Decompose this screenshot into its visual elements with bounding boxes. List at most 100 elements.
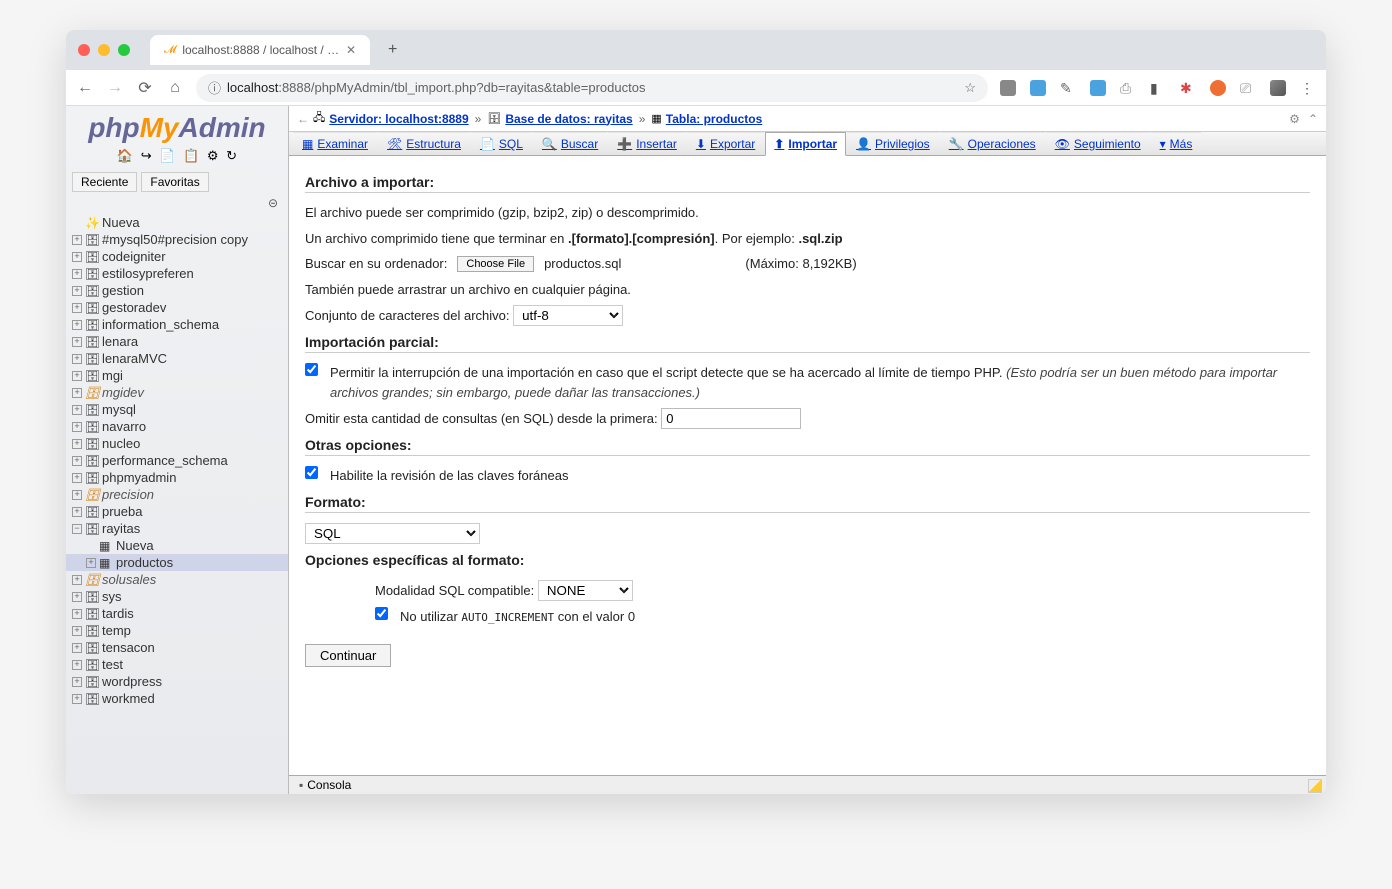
sql-compat-select[interactable]: NONE [538,580,633,601]
ext-icon-9[interactable]: ⎚ [1240,80,1256,96]
new-tab-button[interactable]: + [388,41,397,59]
logo[interactable]: phpMyAdmin [66,106,288,146]
tree-new-table[interactable]: ▦Nueva [66,537,288,554]
breadcrumb-sep: » [475,112,482,126]
ext-icon-1[interactable] [1000,80,1016,96]
tree-db-navarro[interactable]: +🗄navarro [66,418,288,435]
tree-db-phpmyadmin[interactable]: +🗄phpmyadmin [66,469,288,486]
tab-operaciones[interactable]: 🔧Operaciones [940,132,1045,155]
tree-db-gestion[interactable]: +🗄gestion [66,282,288,299]
url-host: localhost [227,80,278,95]
tree-db-mysql[interactable]: +🗄mysql [66,401,288,418]
settings-icon[interactable]: ⚙ [207,148,219,164]
profile-avatar[interactable] [1270,80,1286,96]
tree-db-lenara[interactable]: +🗄lenara [66,333,288,350]
window-maximize-icon[interactable] [118,44,130,56]
tree-db-tardis[interactable]: +🗄tardis [66,605,288,622]
logout-icon[interactable]: ↪ [141,148,152,164]
allow-interrupt-checkbox[interactable] [305,363,318,376]
chosen-filename: productos.sql [544,254,621,274]
tree-db-wordpress[interactable]: +🗄wordpress [66,673,288,690]
page-settings-icon[interactable]: ⚙ [1289,112,1300,126]
collapse-icon[interactable]: ⊝ [66,194,288,210]
fk-check-label: Habilite la revisión de las claves forán… [330,466,568,486]
recent-tab[interactable]: Reciente [72,172,137,192]
tree-db-mgidev[interactable]: +🗄mgidev [66,384,288,401]
sql-compat-label: Modalidad SQL compatible: [375,583,534,598]
tree-db-nucleo[interactable]: +🗄nucleo [66,435,288,452]
ext-icon-7[interactable]: ✱ [1180,80,1196,96]
tab-exportar[interactable]: ⬇Exportar [687,132,764,155]
tree-db-#mysql50#precision copy[interactable]: +🗄#mysql50#precision copy [66,231,288,248]
tree-db-precision[interactable]: +🗄precision [66,486,288,503]
tab-close-icon[interactable]: ✕ [346,43,356,57]
ext-icon-2[interactable] [1030,80,1046,96]
sql-icon[interactable]: 📋 [183,148,199,164]
reload-button[interactable]: ⟳ [136,78,154,98]
search-icon: 🔍 [542,137,557,151]
tree-db-solusales[interactable]: +🗄solusales [66,571,288,588]
tree-db-sys[interactable]: +🗄sys [66,588,288,605]
collapse-nav-icon[interactable]: ← [297,112,309,126]
favorites-tab[interactable]: Favoritas [141,172,208,192]
address-bar[interactable]: ⓘ localhost:8888/phpMyAdmin/tbl_import.p… [196,74,988,102]
ext-icon-8[interactable] [1210,80,1226,96]
tree-db-lenaraMVC[interactable]: +🗄lenaraMVC [66,350,288,367]
docs-icon[interactable]: 📄 [159,148,175,164]
tree-db-performance_schema[interactable]: +🗄performance_schema [66,452,288,469]
forward-button[interactable]: → [106,79,124,97]
tab-estructura[interactable]: 🛠Estructura [378,132,470,155]
chrome-menu-icon[interactable]: ⋮ [1300,80,1316,96]
browser-tab[interactable]: 𝓜 localhost:8888 / localhost / ray ✕ [150,35,370,65]
tree-db-mgi[interactable]: +🗄mgi [66,367,288,384]
skip-queries-input[interactable] [661,408,801,429]
home-button[interactable]: ⌂ [166,79,184,97]
ext-icon-4[interactable] [1090,80,1106,96]
section-partial-import: Importación parcial: [305,334,1310,353]
breadcrumb-database[interactable]: Base de datos: rayitas [505,112,632,126]
tree-db-workmed[interactable]: +🗄workmed [66,690,288,707]
tab-buscar[interactable]: 🔍Buscar [533,132,607,155]
browse-icon: ▦ [302,137,313,151]
ext-icon-6[interactable]: ▮ [1150,80,1166,96]
continue-button[interactable]: Continuar [305,644,391,667]
site-info-icon[interactable]: ⓘ [208,78,221,97]
bookmark-star-icon[interactable]: ☆ [964,80,976,96]
tab-privilegios[interactable]: 👤Privilegios [847,132,939,155]
tab-examinar[interactable]: ▦Examinar [293,132,377,155]
tree-db-rayitas[interactable]: −🗄rayitas [66,520,288,537]
tree-db-prueba[interactable]: +🗄prueba [66,503,288,520]
console-bar[interactable]: ▪ Consola [289,775,1326,794]
tab-mas[interactable]: ▾Más [1151,132,1202,155]
home-icon[interactable]: 🏠 [117,148,133,164]
tree-db-test[interactable]: +🗄test [66,656,288,673]
ext-icon-3[interactable]: ✎ [1060,80,1076,96]
structure-icon: 🛠 [387,137,402,151]
window-minimize-icon[interactable] [98,44,110,56]
breadcrumb-table[interactable]: Tabla: productos [666,112,762,126]
back-button[interactable]: ← [76,79,94,97]
reload-icon[interactable]: ↻ [226,148,237,164]
tree-table-productos[interactable]: +▦productos [66,554,288,571]
window-close-icon[interactable] [78,44,90,56]
auto-increment-checkbox[interactable] [375,607,388,620]
tab-sql[interactable]: 📄SQL [471,132,532,155]
tab-importar[interactable]: ⬆Importar [765,132,846,156]
app-body: phpMyAdmin 🏠 ↪ 📄 📋 ⚙ ↻ Reciente Favorita… [66,106,1326,794]
tree-db-estilosypreferen[interactable]: +🗄estilosypreferen [66,265,288,282]
format-select[interactable]: SQL [305,523,480,544]
tree-db-information_schema[interactable]: +🗄information_schema [66,316,288,333]
tree-db-codeigniter[interactable]: +🗄codeigniter [66,248,288,265]
tab-insertar[interactable]: ➕Insertar [608,132,686,155]
ext-icon-5[interactable]: ⎙ [1120,80,1136,96]
breadcrumb-server[interactable]: Servidor: localhost:8889 [329,112,468,126]
tree-new-database[interactable]: ✨Nueva [66,214,288,231]
tab-seguimiento[interactable]: 👁Seguimiento [1046,132,1150,155]
tree-db-tensacon[interactable]: +🗄tensacon [66,639,288,656]
tree-db-gestoradev[interactable]: +🗄gestoradev [66,299,288,316]
choose-file-button[interactable]: Choose File [457,256,534,272]
charset-select[interactable]: utf-8 [513,305,623,326]
tree-db-temp[interactable]: +🗄temp [66,622,288,639]
page-up-icon[interactable]: ⌃ [1308,112,1318,126]
fk-check-checkbox[interactable] [305,466,318,479]
